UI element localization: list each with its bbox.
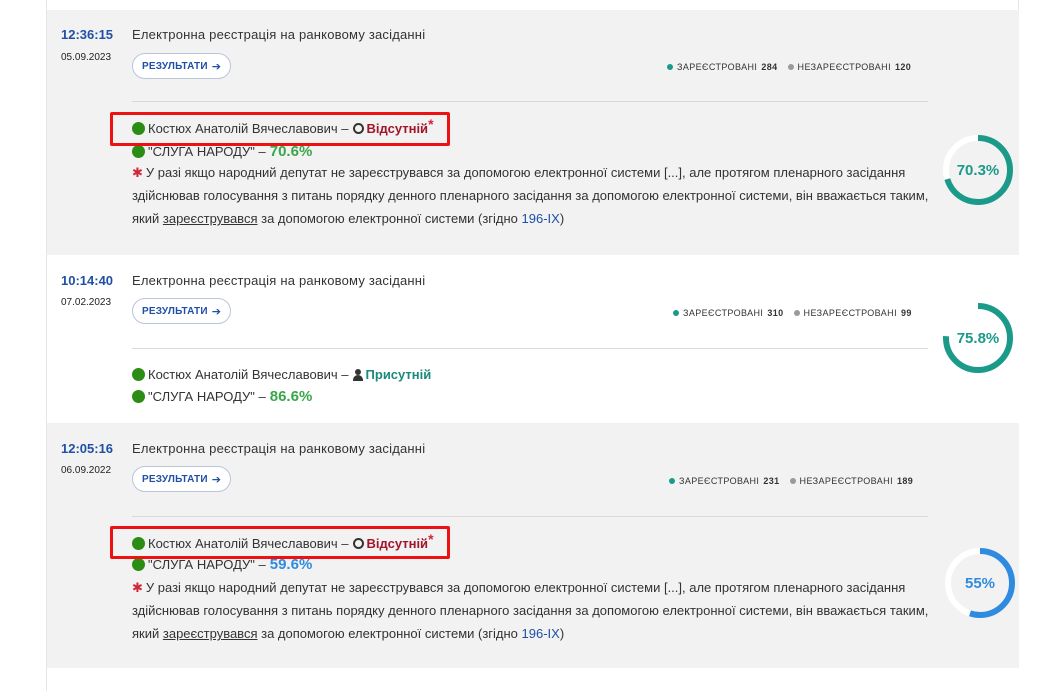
results-button-label: РЕЗУЛЬТАТИ <box>142 473 208 485</box>
right-gutter <box>1019 0 1046 691</box>
arrow-right-icon: ➔ <box>211 473 222 486</box>
entry-date: 07.02.2023 <box>61 297 112 308</box>
unregistered-dot-icon <box>787 64 794 70</box>
party-dot-icon <box>132 145 145 158</box>
party-dot-icon <box>132 390 145 403</box>
unregistered-count: 120 <box>894 62 912 72</box>
registered-count: 310 <box>767 308 784 318</box>
entry-date: 05.09.2023 <box>61 52 112 63</box>
gauge-label: 70.3% <box>956 161 1000 179</box>
entry-date: 06.09.2022 <box>61 465 112 476</box>
entry-title: Електронна реєстрація на ранковому засід… <box>132 441 426 456</box>
person-icon <box>352 368 363 381</box>
party-result: "СЛУГА НАРОДУ" – 86.6% <box>132 388 312 405</box>
registered-count: 231 <box>763 476 780 486</box>
registration-counts: ЗАРЕЄСТРОВАНІ 310 НЕЗАРЕЄСТРОВАНІ 99 <box>673 308 912 318</box>
note-underlined-term: зареєструвався <box>162 626 258 641</box>
unregistered-count: 99 <box>900 308 912 318</box>
party-name: "СЛУГА НАРОДУ" – <box>148 557 266 572</box>
results-button-label: РЕЗУЛЬТАТИ <box>142 60 208 72</box>
party-name: "СЛУГА НАРОДУ" – <box>148 389 266 404</box>
registration-note: ✱ У разі якщо народний депутат не зареєст… <box>132 576 932 645</box>
divider <box>132 348 928 349</box>
law-link[interactable]: 196-IX <box>522 626 560 641</box>
note-asterisk-icon: ✱ <box>132 580 143 595</box>
status-present[interactable]: Присутній <box>366 367 432 382</box>
note-line-3a: який <box>132 211 163 226</box>
note-close: ) <box>559 211 565 226</box>
note-line-2: здійснював голосування з питань порядку … <box>132 188 929 203</box>
entry-time: 10:14:40 <box>61 273 114 288</box>
party-percent: 86.6% <box>269 388 313 405</box>
registration-counts: ЗАРЕЄСТРОВАНІ 284 НЕЗАРЕЄСТРОВАНІ 120 <box>667 62 911 72</box>
unregistered-dot-icon <box>789 478 796 484</box>
entry-title: Електронна реєстрація на ранковому засід… <box>132 27 426 42</box>
registration-gauge: 75.8% <box>942 302 1014 374</box>
registration-list: 12:36:15 05.09.2023 Електронна реєстраці… <box>46 0 1019 691</box>
note-close: ) <box>559 626 565 641</box>
unregistered-label: НЕЗАРЕЄСТРОВАНІ <box>803 308 897 318</box>
results-button[interactable]: РЕЗУЛЬТАТИ ➔ <box>132 298 232 324</box>
highlight-box <box>110 112 450 146</box>
entry-time: 12:36:15 <box>61 27 114 42</box>
registered-dot-icon <box>673 310 679 316</box>
page: 12:36:15 05.09.2023 Електронна реєстраці… <box>0 0 1046 691</box>
results-button-label: РЕЗУЛЬТАТИ <box>142 305 208 317</box>
deputy-name: Костюх Анатолій Вячеславович – <box>148 367 349 382</box>
law-link[interactable]: 196-IX <box>522 211 560 226</box>
arrow-right-icon: ➔ <box>211 305 222 318</box>
highlight-box <box>110 526 450 559</box>
registered-count: 284 <box>761 62 778 72</box>
registration-entry <box>47 668 1019 691</box>
note-asterisk-icon: ✱ <box>132 165 143 180</box>
divider <box>132 101 928 102</box>
registered-dot-icon <box>667 64 673 70</box>
deputy-status: Костюх Анатолій Вячеславович – Присутній <box>132 367 431 382</box>
results-button[interactable]: РЕЗУЛЬТАТИ ➔ <box>132 53 232 79</box>
note-line-1: У разі якщо народний депутат не зареєстр… <box>145 165 906 180</box>
entry-time: 12:05:16 <box>61 441 114 456</box>
results-button[interactable]: РЕЗУЛЬТАТИ ➔ <box>132 466 232 492</box>
unregistered-count: 189 <box>896 476 914 486</box>
note-line-3a: який <box>132 626 163 641</box>
unregistered-label: НЕЗАРЕЄСТРОВАНІ <box>799 476 893 486</box>
divider <box>132 516 928 517</box>
registered-dot-icon <box>669 478 675 484</box>
registered-label: ЗАРЕЄСТРОВАНІ <box>679 476 760 486</box>
registration-counts: ЗАРЕЄСТРОВАНІ 231 НЕЗАРЕЄСТРОВАНІ 189 <box>669 476 913 486</box>
note-line-1: У разі якщо народний депутат не зареєстр… <box>145 580 906 595</box>
registration-entry: 10:14:40 07.02.2023 Електронна реєстраці… <box>47 255 1019 423</box>
note-line-2: здійснював голосування з питань порядку … <box>132 603 929 618</box>
arrow-right-icon: ➔ <box>211 60 222 73</box>
party-name: "СЛУГА НАРОДУ" – <box>148 144 266 159</box>
unregistered-dot-icon <box>793 310 800 316</box>
gauge-label: 55% <box>964 574 996 592</box>
faction-dot-icon <box>132 368 145 381</box>
registration-note: ✱ У разі якщо народний депутат не зареєст… <box>132 161 932 230</box>
party-dot-icon <box>132 558 145 571</box>
left-gutter <box>0 0 45 691</box>
registration-gauge: 55% <box>944 547 1016 619</box>
registered-label: ЗАРЕЄСТРОВАНІ <box>683 308 764 318</box>
note-line-3b: за допомогою електронної системи (згідно <box>257 626 522 641</box>
registration-gauge: 70.3% <box>942 134 1014 206</box>
unregistered-label: НЕЗАРЕЄСТРОВАНІ <box>797 62 891 72</box>
entry-title: Електронна реєстрація на ранковому засід… <box>132 273 426 288</box>
gauge-label: 75.8% <box>956 329 1000 347</box>
note-underlined-term: зареєструвався <box>162 211 258 226</box>
note-line-3b: за допомогою електронної системи (згідно <box>257 211 522 226</box>
registered-label: ЗАРЕЄСТРОВАНІ <box>677 62 758 72</box>
